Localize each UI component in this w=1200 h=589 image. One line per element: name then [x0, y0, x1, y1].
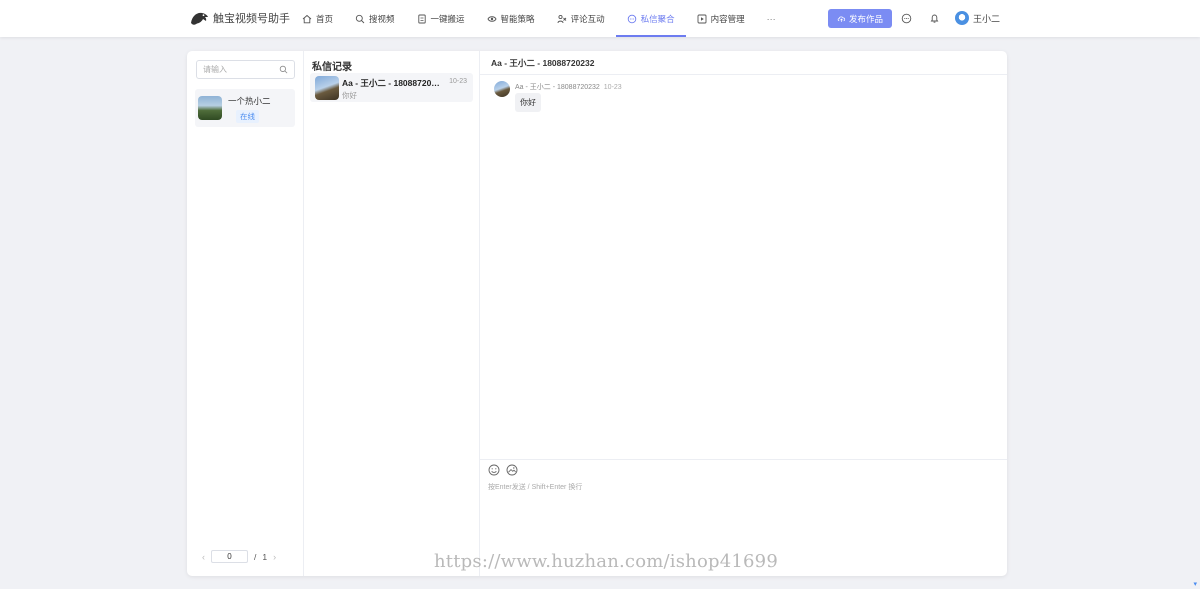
content-icon — [697, 14, 707, 23]
message-time: 10-23 — [603, 84, 622, 91]
image-icon[interactable] — [506, 464, 518, 476]
search-icon[interactable] — [279, 65, 288, 74]
account-list-column: 一个热小二 在线 ‹ / 1 › — [187, 51, 304, 576]
prev-page-button[interactable]: ‹ — [202, 552, 205, 562]
messages-panel: 一个热小二 在线 ‹ / 1 › 私信记录 Aa - 王小二 - 1808872… — [187, 51, 1007, 576]
nav-item-comment[interactable]: 评论互动 — [546, 0, 616, 37]
account-name: 一个热小二 — [228, 96, 271, 106]
page-total: 1 — [262, 551, 268, 562]
conversation-preview: 你好 — [342, 91, 357, 100]
message-bubble: 你好 — [515, 93, 541, 112]
home-icon — [302, 14, 312, 23]
publish-label: 发布作品 — [848, 13, 883, 24]
search-icon — [355, 14, 365, 23]
nav-label: 私信聚合 — [640, 13, 675, 24]
section-title: 私信记录 — [312, 62, 352, 73]
nav-item-home[interactable]: 首页 — [302, 0, 344, 37]
strategy-icon — [487, 15, 497, 22]
nav-item-transfer[interactable]: 一键搬运 — [406, 0, 476, 37]
status-badge: 在线 — [236, 110, 259, 123]
conversation-item[interactable]: Aa - 王小二 - 18088720232 10-23 你好 — [310, 73, 473, 102]
top-navigation-bar: 触宝视频号助手 首页 搜视频 一键搬运 智能策略 评论互动 私信聚合 内容管理 … — [0, 0, 1200, 37]
publish-button[interactable]: 发布作品 — [828, 9, 892, 28]
app-logo[interactable]: 触宝视频号助手 — [189, 9, 290, 27]
pagination: ‹ / 1 › — [202, 550, 276, 563]
message-icon — [627, 14, 636, 23]
account-search — [196, 60, 295, 79]
avatar — [198, 96, 222, 120]
corner-caret-icon: ▾ — [1193, 581, 1197, 588]
conversation-list-column: 私信记录 Aa - 王小二 - 18088720232 10-23 你好 — [304, 51, 480, 576]
message-meta: Aa - 王小二 - 18088720232 10-23 — [515, 82, 622, 92]
nav-item-search-video[interactable]: 搜视频 — [344, 0, 406, 37]
next-page-button[interactable]: › — [273, 552, 276, 562]
app-title: 触宝视频号助手 — [213, 13, 290, 25]
avatar — [315, 76, 339, 100]
watermark: https://www.huzhan.com/ishop41699 — [434, 551, 778, 572]
avatar — [494, 81, 510, 97]
nav-label: 智能策略 — [500, 13, 535, 24]
page-separator: / — [254, 551, 257, 562]
emoji-icon[interactable] — [488, 464, 500, 476]
bell-icon[interactable] — [929, 13, 940, 24]
chat-column: Aa - 王小二 - 18088720232 Aa - 王小二 - 180887… — [480, 51, 1007, 576]
avatar — [955, 11, 969, 25]
nav-item-strategy[interactable]: 智能策略 — [476, 0, 546, 37]
dragon-logo-icon — [191, 12, 208, 25]
main-nav: 首页 搜视频 一键搬运 智能策略 评论互动 私信聚合 内容管理 ··· — [302, 0, 787, 37]
conversation-name: Aa - 王小二 - 18088720232 — [342, 78, 444, 88]
chat-bubble-icon[interactable] — [901, 13, 912, 24]
nav-label: 评论互动 — [570, 13, 605, 24]
nav-more-button[interactable]: ··· — [756, 0, 787, 37]
comment-icon — [557, 14, 566, 23]
nav-label: 首页 — [316, 13, 334, 24]
nav-item-content[interactable]: 内容管理 — [686, 0, 756, 37]
nav-label: 搜视频 — [369, 13, 395, 24]
transfer-icon — [417, 14, 426, 23]
user-name: 王小二 — [973, 13, 1001, 24]
account-item[interactable]: 一个热小二 在线 — [195, 89, 295, 127]
page-input[interactable] — [211, 550, 248, 563]
conversation-time: 10-23 — [449, 78, 467, 85]
message-sender: Aa - 王小二 - 18088720232 — [515, 84, 600, 91]
nav-label: 内容管理 — [710, 13, 745, 24]
nav-label: 一键搬运 — [430, 13, 465, 24]
nav-item-messages[interactable]: 私信聚合 — [615, 0, 686, 37]
user-menu[interactable]: 王小二 — [955, 11, 1000, 25]
chat-title: Aa - 王小二 - 18088720232 — [480, 51, 1007, 75]
search-input[interactable] — [197, 61, 277, 78]
upload-cloud-icon — [837, 16, 846, 22]
composer-hint: 按Enter发送 / Shift+Enter 换行 — [488, 484, 583, 491]
